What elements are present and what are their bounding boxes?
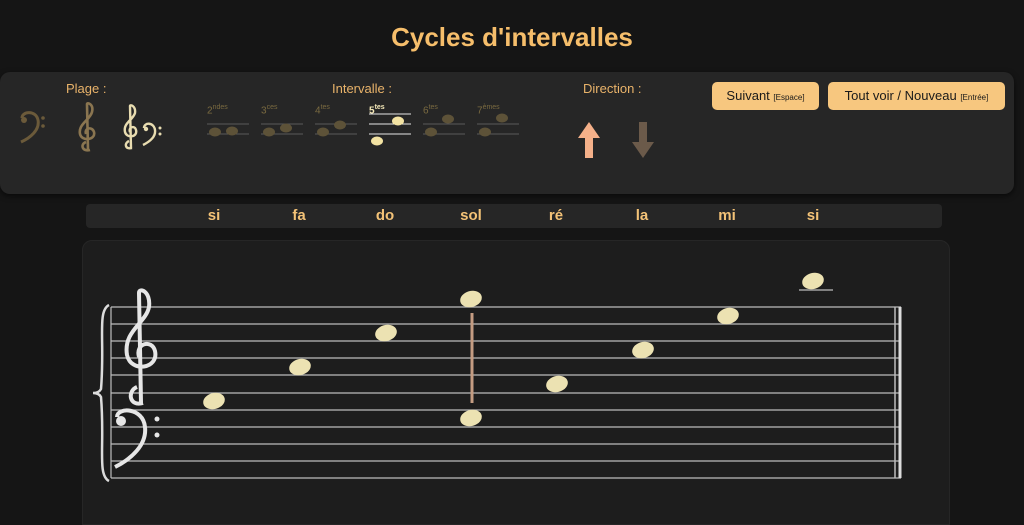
interval-option-3[interactable]: 3ces	[259, 104, 305, 152]
interval-option-5[interactable]: 5tes	[367, 104, 413, 152]
interval-label: Intervalle :	[332, 81, 392, 96]
note-name: sol	[460, 207, 482, 224]
next-button[interactable]: Suivant [Espace]	[712, 82, 819, 110]
direction-label: Direction :	[583, 81, 642, 96]
interval-option-6[interactable]: 6tes	[421, 104, 467, 152]
staff-lines	[111, 306, 901, 479]
interval-option-4[interactable]: 4tes	[313, 104, 359, 152]
note-head-re	[546, 375, 568, 393]
next-button-label: Suivant	[726, 88, 770, 103]
note-head-si-high	[802, 272, 824, 290]
interval-icon	[477, 113, 519, 137]
note-name: fa	[292, 207, 306, 224]
interval-icon	[207, 123, 249, 137]
note-name: do	[375, 207, 395, 224]
page-title: Cycles d'intervalles	[391, 22, 633, 52]
bass-clef-option[interactable]	[18, 108, 46, 152]
treble-clef-option[interactable]	[74, 100, 102, 158]
score-panel	[82, 240, 950, 525]
note-name: si	[207, 207, 221, 224]
interval-icon	[315, 120, 357, 137]
note-name: la	[635, 207, 649, 224]
bass-clef-icon	[20, 111, 45, 144]
interval-icon	[369, 113, 411, 146]
arrow-down-icon	[632, 122, 654, 158]
interval-icon	[261, 123, 303, 137]
range-label: Plage :	[66, 81, 107, 96]
show-all-new-button[interactable]: Tout voir / Nouveau [Entrée]	[828, 82, 1005, 110]
show-all-button-label: Tout voir / Nouveau	[844, 88, 957, 103]
note-name: ré	[548, 207, 564, 224]
note-name: mi	[718, 207, 736, 224]
grand-staff-option[interactable]	[120, 102, 164, 156]
show-all-button-hint: [Entrée]	[960, 93, 989, 102]
brace	[92, 303, 110, 483]
interval-option-2[interactable]: 2ndes	[205, 104, 251, 152]
interval-option-7[interactable]: 7èmes	[475, 104, 521, 152]
treble-clef-icon	[78, 102, 96, 152]
interval-icon	[423, 114, 465, 137]
next-button-hint: [Espace]	[773, 93, 805, 102]
bass-clef-icon	[114, 408, 160, 469]
direction-down-button[interactable]	[631, 120, 655, 165]
grand-staff-clef-icon	[123, 104, 162, 150]
direction-up-button[interactable]	[577, 120, 601, 165]
grand-staff	[92, 272, 902, 483]
note-name: si	[806, 207, 820, 224]
arrow-up-icon	[578, 122, 600, 158]
note-names-bar: si fa do sol ré la mi si	[86, 204, 942, 228]
